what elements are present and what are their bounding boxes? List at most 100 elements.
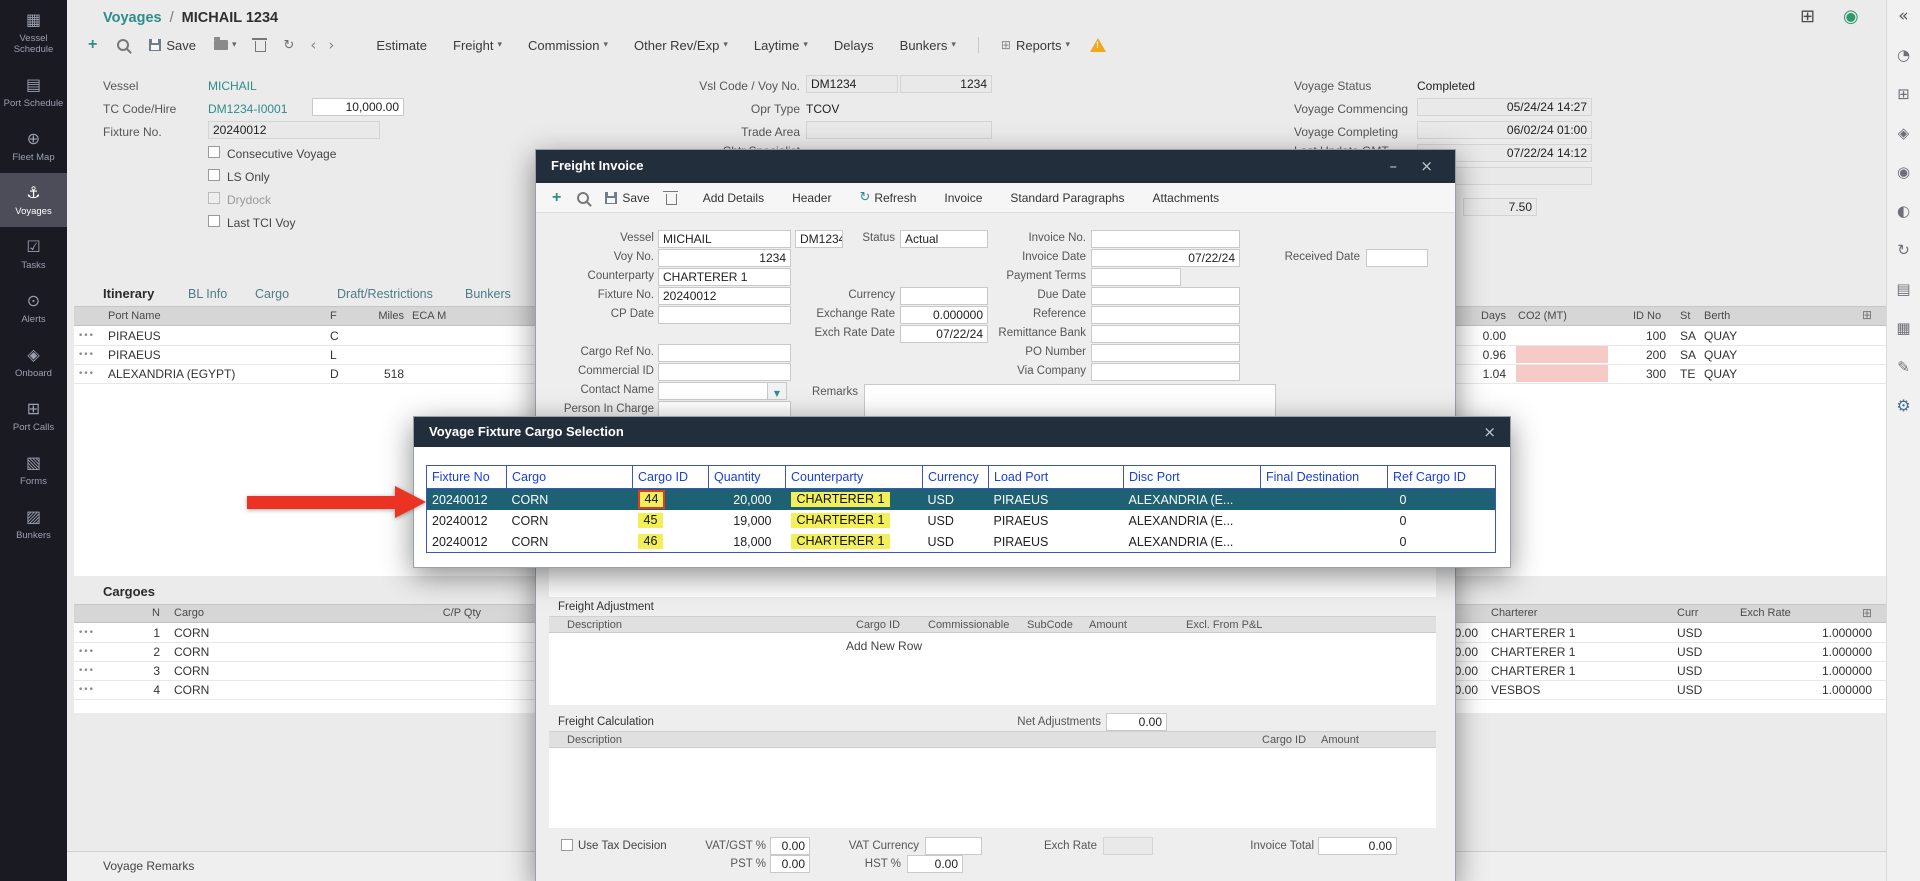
use-tax-decision-checkbox[interactable] [561, 839, 573, 851]
fi-counterparty-field[interactable]: CHARTERER 1 [658, 268, 791, 286]
fi-via-company-field[interactable] [1091, 363, 1240, 381]
row-drag-handle[interactable]: ••• [78, 666, 94, 676]
itinerary-days[interactable]: 0.96 [1462, 348, 1506, 362]
row-drag-handle[interactable]: ••• [78, 369, 94, 379]
cargo-name[interactable]: CORN [174, 664, 209, 678]
cargo-exch-rate[interactable]: 1.000000 [1798, 664, 1872, 678]
row-drag-handle[interactable]: ••• [78, 628, 94, 638]
freight-menu-button[interactable]: Freight▾ [453, 38, 502, 53]
itinerary-id-no[interactable]: 100 [1628, 329, 1666, 343]
cargoes-column-settings-icon[interactable]: ⊞ [1862, 606, 1872, 620]
sidebar-item-port-schedule[interactable]: ▤Port Schedule [0, 65, 67, 119]
fixture-no-field[interactable]: 20240012 [208, 121, 380, 139]
tab-itinerary[interactable]: Itinerary [103, 286, 154, 301]
voyage-commencing-field[interactable]: 05/24/24 14:27 [1417, 98, 1592, 116]
trade-area-field[interactable] [806, 121, 992, 139]
itinerary-days[interactable]: 1.04 [1462, 367, 1506, 381]
fi-exch-rate-total-field[interactable] [1103, 837, 1153, 855]
fi-due-date-field[interactable] [1091, 287, 1240, 305]
itinerary-port[interactable]: PIRAEUS [108, 329, 161, 343]
cargo-name[interactable]: CORN [174, 645, 209, 659]
itinerary-berth[interactable]: QUAY [1704, 348, 1737, 362]
fi-invoice-no-field[interactable] [1091, 230, 1240, 248]
cargo-name[interactable]: CORN [174, 683, 209, 697]
add-icon[interactable]: + [88, 37, 97, 53]
validation-warning-icon[interactable] [1090, 38, 1106, 52]
sidebar-item-alerts[interactable]: ⊙Alerts [0, 281, 67, 335]
cargo-charterer[interactable]: VESBOS [1491, 683, 1540, 697]
tab-bl-info[interactable]: BL Info [188, 287, 227, 301]
cargo-charterer[interactable]: CHARTERER 1 [1491, 626, 1575, 640]
itinerary-berth[interactable]: QUAY [1704, 367, 1737, 381]
invoice-total-field[interactable]: 0.00 [1318, 837, 1397, 855]
pst-field[interactable]: 0.00 [770, 855, 810, 873]
tc-code-link[interactable]: DM1234-I0001 [208, 102, 287, 116]
reports-menu-button[interactable]: ⊞Reports▾ [1001, 38, 1070, 53]
fi-invoice-date-field[interactable]: 07/22/24 [1091, 249, 1240, 267]
map-icon[interactable]: ◉ [1897, 164, 1910, 180]
copy-menu-button[interactable]: ▾ [214, 40, 237, 50]
close-icon[interactable]: × [1420, 157, 1433, 175]
attachments-button[interactable]: Attachments [1152, 191, 1219, 205]
list-panel-icon[interactable]: ▤ [1896, 281, 1910, 297]
fi-status-field[interactable]: Actual [900, 230, 988, 248]
add-details-button[interactable]: Add Details [703, 191, 764, 205]
delays-button[interactable]: Delays [834, 38, 874, 53]
drydock-checkbox[interactable] [208, 192, 220, 204]
prev-voyage-icon[interactable]: ‹ [310, 36, 316, 54]
close-icon[interactable]: × [1483, 423, 1496, 441]
row-drag-handle[interactable]: ••• [78, 350, 94, 360]
grid-panel-icon[interactable]: ▦ [1896, 320, 1910, 336]
cargo-curr[interactable]: USD [1677, 664, 1702, 678]
tab-draft-restrictions[interactable]: Draft/Restrictions [337, 287, 433, 301]
fi-vessel-field[interactable]: MICHAIL [658, 230, 791, 248]
cargo-curr[interactable]: USD [1677, 645, 1702, 659]
vessel-link[interactable]: MICHAIL [208, 79, 257, 93]
itinerary-f[interactable]: C [330, 329, 339, 343]
cargo-row[interactable]: 20240012 CORN 46 18,000 CHARTERER 1 USD … [427, 531, 1496, 553]
ls-only-checkbox[interactable] [208, 169, 220, 181]
itinerary-st[interactable]: SA [1680, 329, 1696, 343]
reports-icon[interactable]: ◐ [1897, 203, 1910, 219]
sidebar-item-voyages[interactable]: ⚓Voyages [0, 173, 67, 227]
freight-invoice-titlebar[interactable]: Freight Invoice – × [536, 150, 1455, 183]
refresh-button[interactable]: ↻Refresh [859, 190, 916, 205]
fi-commercial-id-field[interactable] [658, 363, 791, 381]
invoice-button[interactable]: Invoice [944, 191, 982, 205]
fi-remittance-bank-field[interactable] [1091, 325, 1240, 343]
tab-cargo[interactable]: Cargo [255, 287, 289, 301]
commission-menu-button[interactable]: Commission▾ [528, 38, 608, 53]
itinerary-st[interactable]: SA [1680, 348, 1696, 362]
save-button[interactable]: Save [149, 38, 196, 53]
breadcrumb-voyages-link[interactable]: Voyages [103, 10, 162, 26]
fi-po-number-field[interactable] [1091, 344, 1240, 362]
sync-icon[interactable]: ↻ [1897, 242, 1910, 258]
cargo-exch-rate[interactable]: 1.000000 [1798, 683, 1872, 697]
itinerary-f[interactable]: L [330, 348, 337, 362]
sidebar-item-onboard[interactable]: ◈Onboard [0, 335, 67, 389]
itinerary-port[interactable]: PIRAEUS [108, 348, 161, 362]
dashboard-icon[interactable]: ◔ [1897, 47, 1910, 63]
laytime-menu-button[interactable]: Laytime▾ [754, 38, 808, 53]
row-drag-handle[interactable]: ••• [78, 647, 94, 657]
globe-icon[interactable]: ◉ [1843, 6, 1859, 27]
fi-reference-field[interactable] [1091, 306, 1240, 324]
tc-hire-field[interactable]: 10,000.00 [312, 98, 404, 116]
sidebar-item-vessel-schedule[interactable]: ▦Vessel Schedule [0, 0, 67, 65]
bunkers-menu-button[interactable]: Bunkers▾ [900, 38, 956, 53]
fi-cp-date-field[interactable] [658, 306, 791, 324]
estimate-button[interactable]: Estimate [376, 38, 427, 53]
overview-rate-field[interactable]: 7.50 [1463, 198, 1537, 216]
vsl-code-field[interactable]: DM1234 [806, 75, 898, 93]
header-button[interactable]: Header [792, 191, 831, 205]
next-voyage-icon[interactable]: › [328, 36, 334, 54]
itinerary-id-no[interactable]: 300 [1628, 367, 1666, 381]
fi-exch-rate-date-field[interactable]: 07/22/24 [900, 325, 988, 343]
itinerary-days[interactable]: 0.00 [1462, 329, 1506, 343]
minimize-icon[interactable]: – [1390, 157, 1398, 175]
itinerary-st[interactable]: TE [1680, 367, 1695, 381]
fi-voy-no-field[interactable]: 1234 [658, 249, 791, 267]
cargo-charterer[interactable]: CHARTERER 1 [1491, 645, 1575, 659]
sidebar-item-port-calls[interactable]: ⊞Port Calls [0, 389, 67, 443]
cargo-selection-titlebar[interactable]: Voyage Fixture Cargo Selection × [414, 417, 1510, 447]
